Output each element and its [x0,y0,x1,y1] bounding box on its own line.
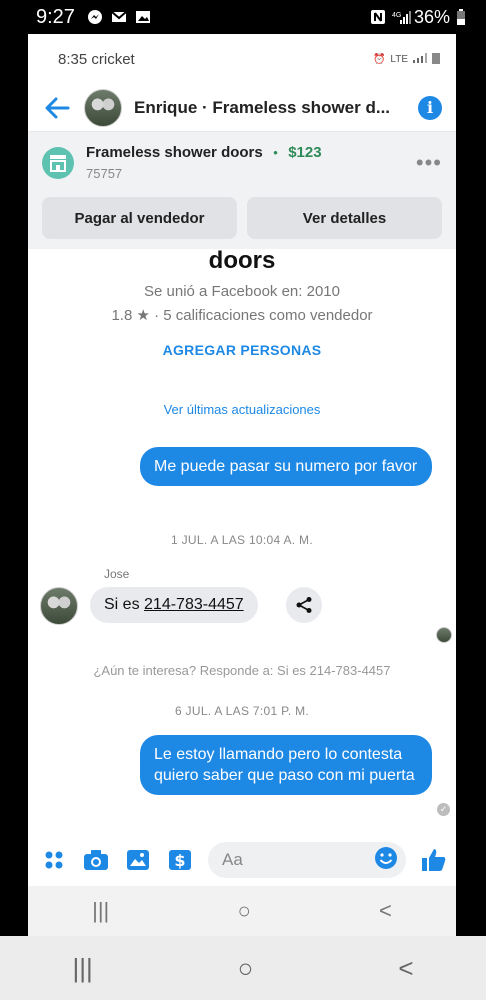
inner-signal-icon [413,52,427,66]
more-icon[interactable]: ••• [416,150,442,176]
lte-label: LTE [390,53,408,65]
marketplace-listing-banner: Frameless shower doors • $123 75757 ••• … [28,132,456,249]
timestamp: 1 JUL. A LAS 10:04 A. M. [171,533,313,547]
sender-name: Jose [104,567,130,581]
add-people-link[interactable]: AGREGAR PERSONAS [28,342,456,358]
seen-avatar [436,627,452,643]
apps-icon[interactable] [40,846,68,874]
message-composer: $ Aa [28,838,456,882]
view-updates-link[interactable]: Ver últimas actualizaciones [28,402,456,417]
signal-icon: 4G [392,9,411,25]
svg-text:$: $ [174,851,185,870]
back-button[interactable]: < [379,898,392,924]
system-home-button[interactable]: ○ [238,953,254,984]
message-placeholder: Aa [222,850,243,869]
inner-navigation-bar: ||| ○ < [28,886,456,936]
emoji-icon[interactable] [374,846,398,875]
alarm-icon: ⏰ [372,53,386,65]
listing-price: $123 [288,144,322,161]
outgoing-message[interactable]: Le estoy llamando pero lo contesta quier… [140,735,432,795]
system-navigation-bar: ||| ○ < [0,936,486,1000]
profile-name-tail: doors [208,249,276,274]
view-details-button[interactable]: Ver detalles [247,197,442,239]
incoming-message[interactable]: Si es 214-783-4457 [90,587,258,623]
messenger-screen: 8:35 cricket ⏰ LTE Enrique · Frameless s… [28,34,456,936]
message-thread: doors Se unió a Facebook en: 2010 1.8 ★ … [28,249,456,837]
battery-percent: 36% [413,6,450,27]
store-icon [42,146,74,179]
system-back-button[interactable]: < [398,953,413,984]
recent-apps-button[interactable]: ||| [92,898,109,924]
back-arrow-icon[interactable] [44,94,72,122]
conversation-title[interactable]: Enrique · Frameless shower d... [134,98,406,118]
messenger-icon [87,9,103,25]
chat-header: Enrique · Frameless shower d... i [28,84,456,132]
camera-icon[interactable] [82,846,110,874]
timestamp: 6 JUL. A LAS 7:01 P. M. [174,704,310,718]
svg-text:4G: 4G [392,12,401,19]
listing-subtitle: 75757 [86,166,123,181]
info-icon[interactable]: i [418,95,442,120]
sent-check-icon: ✓ [437,803,450,816]
image-icon[interactable] [124,846,152,874]
outgoing-message[interactable]: Me puede pasar su numero por favor [140,447,432,486]
system-recent-apps-button[interactable]: ||| [72,953,92,984]
reply-suggestion[interactable]: ¿Aún te interesa? Responde a: Si es 214-… [28,663,456,678]
payment-icon[interactable]: $ [166,846,194,874]
system-status-bar: 9:27 4G 36% [0,0,486,34]
like-icon[interactable] [420,846,448,874]
status-time: 9:27 [36,5,75,28]
inner-time-carrier: 8:35 cricket [58,50,135,68]
listing-title[interactable]: Frameless shower doors [86,144,263,161]
pay-seller-button[interactable]: Pagar al vendedor [42,197,237,239]
phone-link[interactable]: 214-783-4457 [144,596,244,613]
battery-icon [456,9,472,25]
inner-battery-icon [432,52,440,67]
share-icon[interactable] [286,587,322,623]
gallery-icon [135,9,151,25]
gmail-icon [111,9,127,25]
home-button[interactable]: ○ [237,898,250,924]
message-input[interactable]: Aa [208,842,406,878]
inner-status-bar: 8:35 cricket ⏰ LTE [28,34,456,84]
sender-avatar[interactable] [40,587,78,625]
nfc-icon [370,9,386,25]
profile-joined: Se unió a Facebook en: 2010 [144,283,340,300]
seller-rating: 1.8 ★ · 5 calificaciones como vendedor [111,307,373,324]
contact-avatar[interactable] [84,88,122,127]
listing-separator: • [273,145,278,160]
